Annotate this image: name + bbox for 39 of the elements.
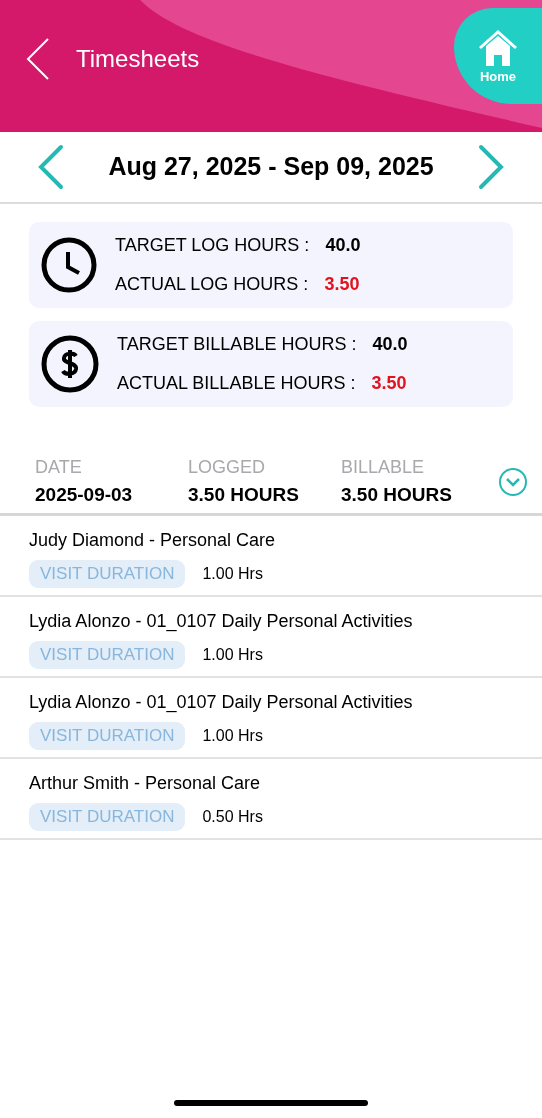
column-label: LOGGED — [188, 455, 267, 479]
column-value: 3.50 HOURS — [341, 482, 453, 507]
hours-label: TARGET LOG HOURS : — [115, 234, 310, 257]
hours-value: 3.50 — [324, 273, 360, 296]
previous-icon[interactable] — [38, 144, 64, 190]
duration-value: 1.00 Hrs — [202, 726, 263, 746]
hours-label: ACTUAL BILLABLE HOURS : — [117, 372, 356, 395]
duration-value: 1.00 Hrs — [202, 564, 263, 584]
page-title: Timesheets — [76, 44, 200, 74]
next-icon[interactable] — [478, 144, 504, 190]
visit-duration-tag: VISIT DURATION — [29, 803, 186, 831]
dollar-icon — [41, 335, 99, 393]
home-icon — [477, 29, 519, 68]
column-label: DATE — [35, 455, 83, 479]
column-value: 2025-09-03 — [35, 482, 134, 507]
back-icon[interactable] — [26, 37, 50, 81]
visit-duration-tag: VISIT DURATION — [29, 560, 186, 588]
duration-value: 0.50 Hrs — [202, 807, 263, 827]
hours-value: 40.0 — [325, 234, 361, 257]
hours-label: TARGET BILLABLE HOURS : — [117, 333, 357, 356]
visit-title: Lydia Alonzo - 01_0107 Daily Personal Activities — [29, 610, 414, 634]
visit-title: Judy Diamond - Personal Care — [29, 529, 277, 552]
column-label: BILLABLE — [341, 455, 426, 479]
hours-value: 40.0 — [372, 333, 408, 356]
chevron-circle-icon[interactable] — [498, 466, 528, 497]
visit-row[interactable]: Arthur Smith - Personal Care VISIT DURATION 0.50 Hrs — [0, 759, 542, 840]
visit-row[interactable]: Lydia Alonzo - 01_0107 Daily Personal Activities VISIT DURATION 1.00 Hrs — [0, 678, 542, 759]
date-range: Aug 27, 2025 - Sep 09, 2025 — [108, 151, 434, 183]
hours-value: 3.50 — [371, 372, 407, 395]
hours-label: ACTUAL LOG HOURS : — [115, 273, 309, 296]
visit-row[interactable]: Judy Diamond - Personal Care VISIT DURATION 1.00 Hrs — [0, 516, 542, 597]
visit-title: Lydia Alonzo - 01_0107 Daily Personal Activities — [29, 691, 414, 715]
visit-duration-tag: VISIT DURATION — [29, 641, 186, 669]
duration-value: 1.00 Hrs — [202, 645, 263, 665]
column-value: 3.50 HOURS — [188, 482, 300, 507]
visit-duration-tag: VISIT DURATION — [29, 722, 186, 750]
visit-title: Arthur Smith - Personal Care — [29, 772, 262, 795]
visit-row[interactable]: Lydia Alonzo - 01_0107 Daily Personal Activities VISIT DURATION 1.00 Hrs — [0, 597, 542, 678]
clock-icon — [41, 237, 97, 293]
